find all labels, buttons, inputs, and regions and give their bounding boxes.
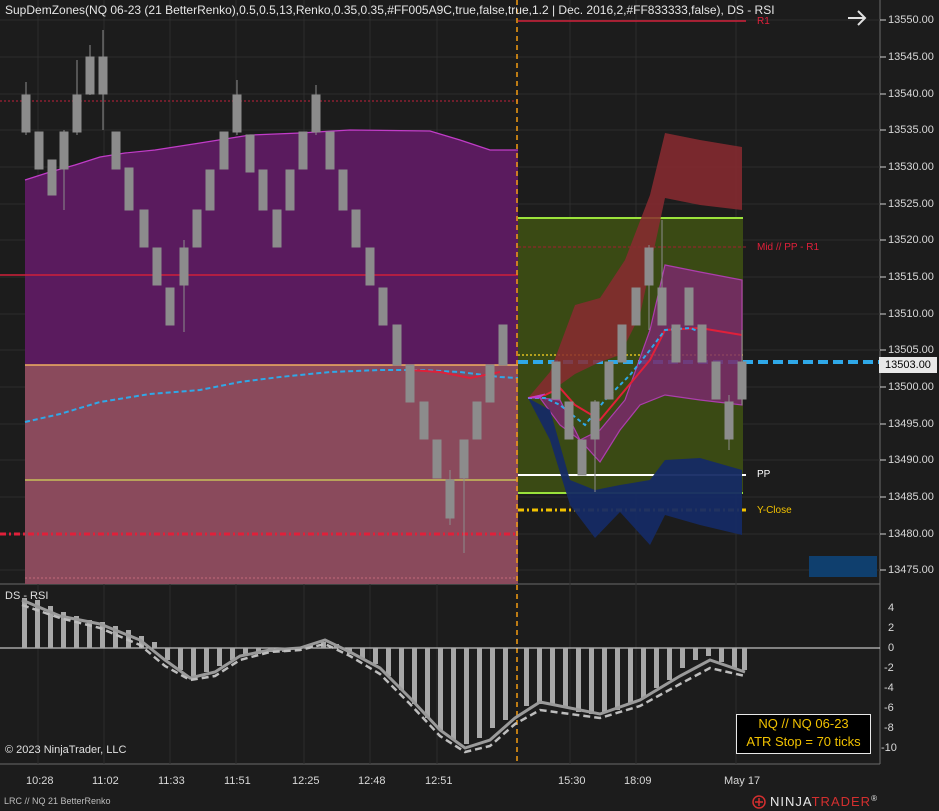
time-tick: 11:33 bbox=[158, 775, 185, 787]
chart-title: SupDemZones(NQ 06-23 (21 BetterRenko),0.… bbox=[5, 3, 775, 17]
price-tick: 13505.00 bbox=[888, 344, 934, 356]
atr-info-box: NQ // NQ 06-23 ATR Stop = 70 ticks bbox=[736, 714, 871, 754]
rsi-tick: -6 bbox=[884, 702, 894, 714]
time-tick: 11:02 bbox=[92, 775, 119, 787]
brand-registered-mark: ® bbox=[871, 794, 878, 803]
price-tick: 13515.00 bbox=[888, 271, 934, 283]
rsi-panel-label: DS - RSI bbox=[5, 590, 49, 602]
price-tick: 13535.00 bbox=[888, 124, 934, 136]
time-tick: 12:48 bbox=[358, 775, 386, 787]
chart-window: SupDemZones(NQ 06-23 (21 BetterRenko),0.… bbox=[0, 0, 939, 811]
level-label-mid: Mid // PP - R1 bbox=[757, 242, 820, 253]
rsi-signal bbox=[21, 603, 746, 754]
arrow-right-icon[interactable] bbox=[845, 6, 869, 30]
level-label-pp: PP bbox=[757, 469, 771, 480]
brand-wordmark: NINJATRADER® bbox=[770, 794, 878, 809]
demand-zone bbox=[25, 365, 518, 584]
price-tick: 13550.00 bbox=[888, 14, 934, 26]
rsi-tick: -2 bbox=[884, 662, 894, 674]
status-bar-text: LRC // NQ 21 BetterRenko bbox=[4, 796, 111, 806]
price-tick: 13510.00 bbox=[888, 308, 934, 320]
brand-name: NINJA bbox=[770, 794, 812, 809]
price-tick: 13480.00 bbox=[888, 528, 934, 540]
rsi-tick: -8 bbox=[884, 722, 894, 734]
rsi-tick: -10 bbox=[881, 742, 897, 754]
price-axis-ticks bbox=[880, 19, 886, 571]
rsi-tick: 2 bbox=[888, 622, 895, 634]
current-price-marker: 13503.00 bbox=[879, 357, 937, 373]
time-tick: May 17 bbox=[724, 775, 761, 787]
price-tick: 13520.00 bbox=[888, 234, 934, 246]
price-tick: 13475.00 bbox=[888, 564, 934, 576]
brand-accent: TRADER bbox=[811, 794, 872, 809]
price-tick: 13530.00 bbox=[888, 161, 934, 173]
rsi-line bbox=[21, 598, 746, 750]
info-atr-stop: ATR Stop = 70 ticks bbox=[746, 734, 861, 749]
time-tick: 10:28 bbox=[26, 775, 54, 787]
price-tick: 13545.00 bbox=[888, 51, 934, 63]
level-label-r1: R1 bbox=[757, 16, 770, 27]
price-tick: 13490.00 bbox=[888, 454, 934, 466]
level-label-yclose: Y-Close bbox=[757, 505, 792, 516]
time-tick: 18:09 bbox=[624, 775, 652, 787]
price-tick: 13525.00 bbox=[888, 198, 934, 210]
info-instrument: NQ // NQ 06-23 bbox=[758, 716, 849, 731]
time-tick: 12:51 bbox=[425, 775, 453, 787]
time-tick: 11:51 bbox=[224, 775, 251, 787]
price-tick: 13495.00 bbox=[888, 418, 934, 430]
rsi-tick: 4 bbox=[888, 602, 895, 614]
copyright-notice: © 2023 NinjaTrader, LLC bbox=[5, 744, 127, 756]
ninjatrader-logo-icon bbox=[752, 795, 766, 809]
rsi-tick: 0 bbox=[888, 642, 895, 654]
time-tick: 15:30 bbox=[558, 775, 586, 787]
time-tick: 12:25 bbox=[292, 775, 320, 787]
chart-canvas[interactable] bbox=[0, 0, 939, 811]
price-tick: 13540.00 bbox=[888, 88, 934, 100]
rsi-tick: -4 bbox=[884, 682, 894, 694]
price-tick: 13500.00 bbox=[888, 381, 934, 393]
price-tick: 13485.00 bbox=[888, 491, 934, 503]
